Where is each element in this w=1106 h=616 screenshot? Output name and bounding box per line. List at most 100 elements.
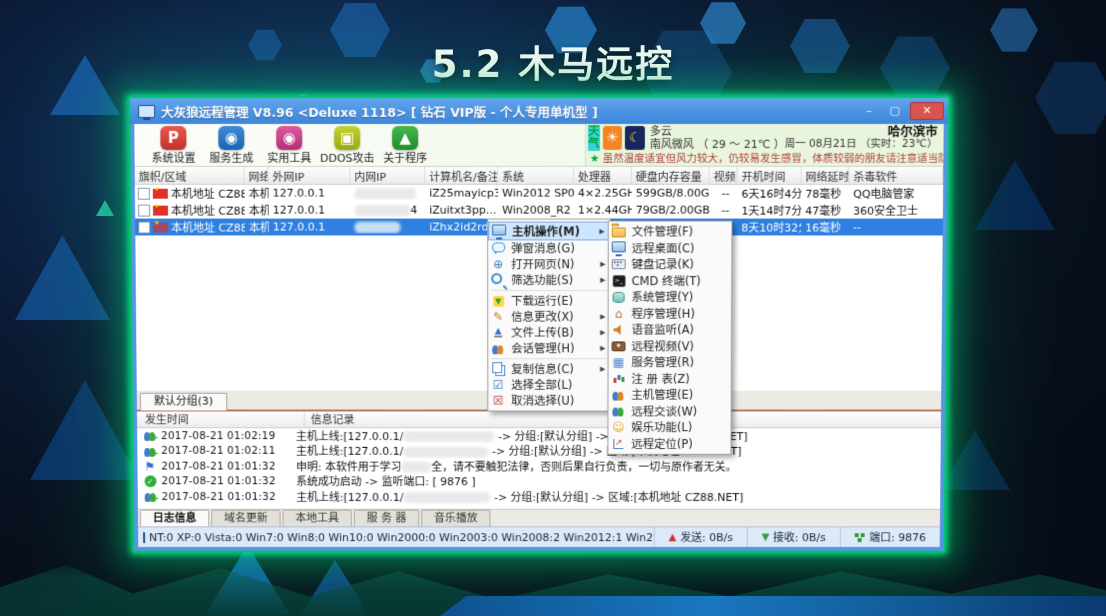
menu-item-session-manage[interactable]: 会话管理(H)▶ bbox=[488, 340, 609, 356]
day-weather-icon: ☀ bbox=[603, 125, 623, 149]
tab-local-tools[interactable]: 本地工具 bbox=[282, 510, 351, 528]
tab-server[interactable]: 服 务 器 bbox=[354, 510, 419, 528]
menu-separator bbox=[491, 358, 606, 359]
tab-music-player[interactable]: 音乐播放 bbox=[421, 510, 490, 528]
host-operations-submenu: 文件管理(F) 远程桌面(C) 键盘记录(K) >_CMD 终端(T) 系统管理… bbox=[607, 221, 732, 455]
censored-region bbox=[354, 205, 410, 217]
maximize-button[interactable]: ▢ bbox=[882, 103, 908, 119]
context-menu: 主机操作(M)▶ 弹窗消息(G) ⊕打开网页(N)▶ 筛选功能(S)▶ ▼下载运… bbox=[487, 219, 611, 412]
table-row[interactable]: 本机地址 CZ88... 本机 127.0.0.1 iZ25mayicp3Z W… bbox=[135, 185, 943, 202]
menu-item-deselect[interactable]: ☒取消选择(U) bbox=[488, 393, 609, 409]
copy-info-icon bbox=[492, 362, 502, 373]
remote-desktop-icon bbox=[612, 242, 626, 253]
menu-item-filter-function[interactable]: 筛选功能(S)▶ bbox=[488, 272, 609, 288]
submenu-item-program-manage[interactable]: ⌂程序管理(H) bbox=[609, 305, 731, 321]
weather-tip: ★ 虽然温度适宜但风力较大，仍较易发生感冒，体质较弱的朋友请注意适当防护。 bbox=[586, 151, 944, 165]
submenu-item-remote-video[interactable]: 远程视频(V) bbox=[609, 338, 731, 354]
bottom-blue-strip-decoration bbox=[440, 596, 1106, 616]
menu-item-download-run[interactable]: ▼下载运行(E) bbox=[488, 293, 609, 309]
log-row[interactable]: + 2017-08-21 01:02:11 主机上线:[127.0.0.1/ -… bbox=[137, 443, 940, 458]
session-manage-icon bbox=[491, 343, 505, 354]
log-row[interactable]: + 2017-08-21 01:01:32 主机上线:[127.0.0.1/ -… bbox=[138, 489, 941, 504]
host-table-header: 旗帜/区域网络 外网IP内网IP 计算机名/备注系统 处理器硬盘内存容量 视频开… bbox=[135, 167, 944, 185]
service-build-button[interactable]: ◉ 服务生成 bbox=[202, 124, 260, 166]
row-checkbox[interactable] bbox=[138, 221, 150, 233]
app-window: 大灰狼远程管理 V8.96 <Deluxe 1118> [ 钻石 VIP版 - … bbox=[128, 96, 950, 553]
up-arrow-icon: ▲ bbox=[669, 532, 677, 543]
log-row[interactable]: + 2017-08-21 01:02:19 主机上线:[127.0.0.1/ -… bbox=[137, 428, 941, 443]
row-checkbox[interactable] bbox=[138, 187, 150, 199]
host-online-icon: + bbox=[143, 491, 157, 502]
system-settings-button[interactable]: P 系统设置 bbox=[144, 124, 202, 166]
computer-icon bbox=[143, 532, 145, 543]
weather-wind: 南风微风 （ 29 ～ 21℃ ） bbox=[650, 137, 785, 150]
menu-item-edit-info[interactable]: ✎信息更改(X)▶ bbox=[488, 309, 609, 325]
ddos-attack-icon: ▣ bbox=[334, 126, 360, 150]
close-button[interactable]: ✕ bbox=[910, 102, 944, 120]
page-title: 5.2 木马远控 bbox=[0, 34, 1106, 88]
submenu-item-entertainment[interactable]: ☺娱乐功能(L) bbox=[608, 419, 730, 435]
row-checkbox[interactable] bbox=[138, 204, 150, 216]
menu-item-select-all[interactable]: ☑选择全部(L) bbox=[488, 377, 609, 393]
download-run-icon: ▼ bbox=[493, 295, 504, 306]
about-program-button[interactable]: ▲ 关于程序 bbox=[376, 124, 434, 166]
submenu-item-file-manager[interactable]: 文件管理(F) bbox=[609, 224, 732, 240]
weather-city: 哈尔滨市 bbox=[785, 124, 938, 137]
log-header: 发生时间 信息记录 bbox=[137, 411, 941, 428]
host-manage-icon bbox=[611, 390, 625, 401]
censored-region bbox=[401, 462, 431, 473]
success-icon: ✓ bbox=[144, 476, 156, 488]
tab-log-info[interactable]: 日志信息 bbox=[140, 510, 209, 528]
submenu-item-system-manage[interactable]: 系统管理(Y) bbox=[609, 289, 731, 305]
cmd-terminal-icon: >_ bbox=[612, 275, 625, 287]
censored-region bbox=[403, 431, 494, 442]
table-row[interactable]: 本机地址 CZ88... 本机 127.0.0.1 4 iZuitxt3pp..… bbox=[135, 202, 943, 219]
submenu-item-cmd-terminal[interactable]: >_CMD 终端(T) bbox=[609, 273, 732, 289]
file-upload-icon: ▲ bbox=[494, 328, 503, 337]
filter-function-icon bbox=[491, 273, 502, 284]
tab-domain-update[interactable]: 域名更新 bbox=[211, 510, 280, 528]
submenu-item-remote-desktop[interactable]: 远程桌面(C) bbox=[609, 240, 732, 256]
system-manage-icon bbox=[613, 292, 625, 303]
listen-port: 端口: 9876 bbox=[840, 527, 940, 547]
night-weather-icon: ☾ bbox=[625, 125, 645, 149]
menu-item-open-webpage[interactable]: ⊕打开网页(N)▶ bbox=[488, 256, 610, 272]
submenu-item-host-manage[interactable]: 主机管理(E) bbox=[608, 387, 730, 403]
submenu-item-remote-locate[interactable]: ↗远程定位(P) bbox=[608, 436, 730, 452]
submenu-item-service-manage[interactable]: ▦服务管理(R) bbox=[609, 354, 731, 370]
menu-item-copy-info[interactable]: 复制信息(C)▶ bbox=[488, 361, 609, 377]
group-tab-default[interactable]: 默认分组(3) bbox=[140, 393, 228, 411]
remote-chat-icon bbox=[611, 406, 625, 417]
select-all-icon: ☑ bbox=[491, 378, 505, 391]
submenu-item-remote-chat[interactable]: 远程交谈(W) bbox=[608, 403, 730, 419]
open-webpage-icon: ⊕ bbox=[491, 258, 505, 271]
utility-tools-button[interactable]: ◉ 实用工具 bbox=[260, 124, 318, 166]
send-rate: ▲发送: 0B/s bbox=[654, 527, 747, 547]
deselect-icon: ☒ bbox=[491, 394, 505, 407]
keylogger-icon bbox=[612, 260, 626, 270]
menu-item-file-upload[interactable]: ▲文件上传(B)▶ bbox=[488, 325, 609, 341]
titlebar[interactable]: 大灰狼远程管理 V8.96 <Deluxe 1118> [ 钻石 VIP版 - … bbox=[130, 98, 948, 124]
menu-item-host-operations[interactable]: 主机操作(M)▶ bbox=[488, 222, 610, 241]
menu-item-popup-message[interactable]: 弹窗消息(G) bbox=[488, 240, 610, 256]
log-row[interactable]: ⚑ 2017-08-21 01:01:32 申明: 本软件用于学习全，请不要触犯… bbox=[137, 459, 940, 474]
service-build-icon: ◉ bbox=[218, 126, 244, 150]
minimize-button[interactable]: – bbox=[856, 103, 882, 119]
file-manager-icon bbox=[612, 227, 626, 237]
toolbar: P 系统设置 ◉ 服务生成 ◉ 实用工具 ▣ DDOS攻击 bbox=[134, 124, 943, 167]
submenu-item-keylogger[interactable]: 键盘记录(K) bbox=[609, 256, 732, 272]
ddos-attack-button[interactable]: ▣ DDOS攻击 bbox=[318, 124, 376, 166]
statement-flag-icon: ⚑ bbox=[143, 460, 157, 473]
log-row[interactable]: ✓ 2017-08-21 01:01:32 系统成功启动 -> 监听端口: [ … bbox=[138, 474, 941, 489]
bottom-tab-strip: 日志信息 域名更新 本地工具 服 务 器 音乐播放 bbox=[138, 509, 940, 528]
submenu-arrow-icon: ▶ bbox=[600, 260, 605, 268]
submenu-item-registry[interactable]: 注 册 表(Z) bbox=[609, 371, 731, 387]
flag-icon bbox=[153, 222, 168, 232]
submenu-item-audio-monitor[interactable]: 语音监听(A) bbox=[609, 322, 731, 338]
popup-message-icon bbox=[492, 242, 505, 252]
triangle-decoration bbox=[15, 235, 110, 320]
weather-date: 周一 08月21日 （实时：23℃） bbox=[785, 137, 938, 150]
submenu-arrow-icon: ▶ bbox=[600, 365, 605, 373]
china-flag-icon bbox=[153, 205, 168, 215]
window-title: 大灰狼远程管理 V8.96 <Deluxe 1118> [ 钻石 VIP版 - … bbox=[161, 101, 598, 120]
